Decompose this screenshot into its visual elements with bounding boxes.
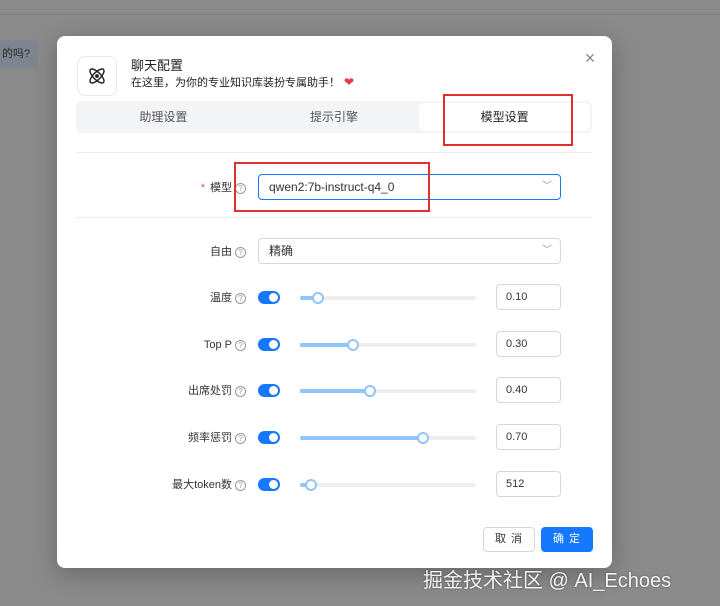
- param-label-text: Top P: [203, 339, 232, 351]
- slider-handle[interactable]: [364, 385, 377, 397]
- slider-handle[interactable]: [346, 339, 359, 351]
- watermark: 掘金技术社区 @ AI_Echoes: [423, 570, 672, 592]
- param-label-text: 出席处罚: [188, 385, 232, 397]
- freedom-row: 自由 ? 精确 ﹀: [57, 238, 612, 266]
- section-divider: [76, 217, 592, 218]
- param-label-text: 频率惩罚: [188, 432, 232, 444]
- heart-icon: ❤: [344, 75, 355, 89]
- freedom-select[interactable]: 精确 ﹀: [258, 238, 561, 264]
- param-toggle[interactable]: [258, 338, 280, 351]
- close-icon[interactable]: ×: [582, 49, 598, 67]
- tabs-divider: [76, 152, 592, 153]
- slider-fill: [300, 343, 353, 347]
- confirm-button[interactable]: 确 定: [541, 527, 593, 552]
- param-label: Top P ?: [204, 331, 246, 359]
- param-toggle[interactable]: [258, 431, 280, 444]
- chevron-down-icon: ﹀: [542, 181, 552, 192]
- background-chat-bubble: 的吗?: [0, 40, 39, 68]
- param-slider[interactable]: [300, 479, 476, 491]
- param-value-input[interactable]: 0.40: [496, 377, 561, 403]
- param-label: 出席处罚 ?: [188, 377, 246, 405]
- model-label-text: 模型: [210, 182, 232, 194]
- help-icon[interactable]: ?: [235, 339, 246, 351]
- dialog-subtitle: 在这里，为你的专业知识库装扮专属助手！ ❤: [131, 74, 354, 90]
- chat-config-dialog: × 聊天配置 在这里，为你的专业知识库装扮专属助手！ ❤ 助理设置 提示引擎 模…: [57, 36, 612, 568]
- slider-handle[interactable]: [304, 479, 317, 491]
- annotation-box-model: [234, 162, 430, 212]
- param-value-input[interactable]: 0.10: [496, 284, 561, 310]
- tab-assistant-settings[interactable]: 助理设置: [78, 103, 249, 131]
- app-logo: [77, 56, 117, 96]
- slider-handle[interactable]: [417, 432, 430, 444]
- param-row-max-tokens: 最大token数 ? 512: [57, 471, 612, 499]
- cancel-button[interactable]: 取 消: [483, 527, 535, 552]
- param-label-text: 温度: [210, 292, 232, 304]
- param-value-input[interactable]: 0.30: [496, 331, 561, 357]
- dialog-title: 聊天配置: [131, 58, 184, 73]
- background-divider: [0, 14, 720, 15]
- annotation-box-tab: [443, 94, 573, 146]
- help-icon[interactable]: ?: [235, 292, 246, 304]
- slider-handle[interactable]: [311, 292, 324, 304]
- param-value-input[interactable]: 0.70: [496, 424, 561, 450]
- tab-prompt-engine[interactable]: 提示引擎: [249, 103, 420, 131]
- slider-fill: [300, 436, 424, 440]
- help-icon[interactable]: ?: [235, 385, 246, 397]
- help-icon[interactable]: ?: [235, 479, 246, 491]
- param-row-frequency-penalty: 频率惩罚 ? 0.70: [57, 424, 612, 452]
- freedom-label: 自由 ?: [210, 238, 246, 266]
- param-label: 频率惩罚 ?: [188, 424, 246, 452]
- param-slider[interactable]: [300, 432, 476, 444]
- param-row-presence-penalty: 出席处罚 ? 0.40: [57, 377, 612, 405]
- atom-icon: [89, 68, 105, 84]
- help-icon[interactable]: ?: [235, 432, 246, 444]
- param-row-top-p: Top P ? 0.30: [57, 331, 612, 359]
- param-label-text: 最大token数: [172, 479, 232, 491]
- param-slider[interactable]: [300, 385, 476, 397]
- required-marker: *: [200, 182, 205, 194]
- freedom-select-value: 精确: [269, 244, 294, 258]
- param-row-temperature: 温度 ? 0.10: [57, 284, 612, 312]
- dialog-subtitle-text: 在这里，为你的专业知识库装扮专属助手！: [131, 77, 340, 89]
- slider-fill: [300, 389, 371, 393]
- freedom-label-text: 自由: [210, 246, 232, 258]
- param-slider[interactable]: [300, 339, 476, 351]
- param-label: 温度 ?: [210, 284, 246, 312]
- param-toggle[interactable]: [258, 291, 280, 304]
- param-toggle[interactable]: [258, 384, 280, 397]
- param-value-input[interactable]: 512: [496, 471, 561, 497]
- help-icon[interactable]: ?: [235, 246, 246, 258]
- chevron-down-icon: ﹀: [542, 245, 552, 256]
- param-toggle[interactable]: [258, 478, 280, 491]
- param-label: 最大token数 ?: [172, 471, 246, 499]
- param-slider[interactable]: [300, 292, 476, 304]
